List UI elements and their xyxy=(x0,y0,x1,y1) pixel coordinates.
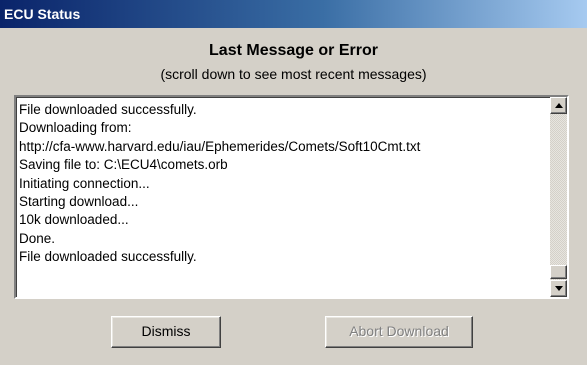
arrow-up-icon xyxy=(555,103,563,108)
log-line: http://cfa-www.harvard.edu/iau/Ephemerid… xyxy=(19,138,421,154)
title-bar[interactable]: ECU Status xyxy=(0,0,587,28)
message-log[interactable]: File downloaded successfully. Downloadin… xyxy=(14,95,569,299)
log-line: Downloading from: xyxy=(19,120,132,136)
log-line: Saving file to: C:\ECU4\comets.orb xyxy=(19,157,228,173)
log-line: File downloaded successfully. xyxy=(19,102,197,117)
log-line: 10k downloaded... xyxy=(19,212,129,228)
scroll-up-button[interactable] xyxy=(550,97,567,114)
vertical-scrollbar[interactable] xyxy=(550,97,567,297)
message-log-text[interactable]: File downloaded successfully. Downloadin… xyxy=(19,101,545,293)
log-line: Done. xyxy=(19,230,56,246)
message-heading: Last Message or Error xyxy=(209,42,378,59)
arrow-down-icon xyxy=(555,286,563,291)
log-line: Starting download... xyxy=(19,193,139,209)
message-subheading: (scroll down to see most recent messages… xyxy=(160,66,427,82)
log-line: File downloaded successfully. xyxy=(19,249,197,265)
ecu-status-window: ECU Status Last Message or Error (scroll… xyxy=(0,0,587,365)
scroll-down-button[interactable] xyxy=(550,280,567,297)
dismiss-button[interactable]: Dismiss xyxy=(111,316,221,348)
abort-download-button[interactable]: Abort Download xyxy=(325,316,473,348)
scrollbar-thumb[interactable] xyxy=(550,265,567,279)
log-line: Initiating connection... xyxy=(19,175,150,191)
window-title: ECU Status xyxy=(4,6,81,22)
